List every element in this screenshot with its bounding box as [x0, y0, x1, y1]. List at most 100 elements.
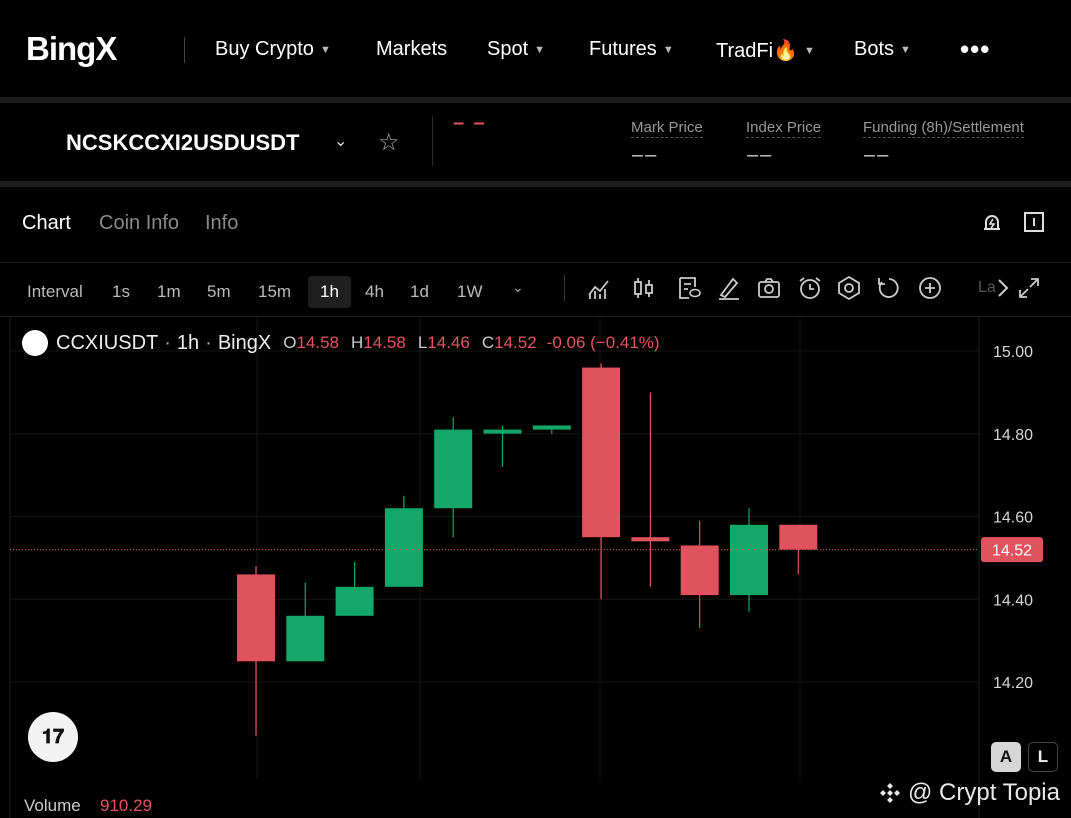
- candle: [483, 425, 522, 467]
- candle: [532, 425, 571, 434]
- chevron-down-icon: ▼: [534, 43, 546, 56]
- interval-1m[interactable]: 1m: [149, 276, 189, 308]
- expand-panel-icon[interactable]: [1023, 211, 1045, 233]
- bingx-logo[interactable]: BingX: [26, 30, 117, 68]
- candle-body: [434, 429, 473, 509]
- tab-divider: [0, 262, 1071, 263]
- screenshot-icon[interactable]: [756, 275, 782, 301]
- legend-close-label: C: [481, 333, 495, 352]
- symbol-selector[interactable]: NCSKCCXI2USDUSDT: [66, 130, 299, 156]
- log-scale-button[interactable]: L: [1028, 742, 1058, 772]
- price-tick-label: 14.80: [993, 427, 1033, 444]
- interval-5m[interactable]: 5m: [199, 276, 239, 308]
- add-icon[interactable]: [917, 275, 943, 301]
- chevron-down-icon: ▼: [319, 43, 331, 56]
- logo-divider: [184, 37, 185, 63]
- candle: [384, 495, 423, 587]
- tab-chart[interactable]: Chart: [22, 212, 71, 235]
- price-tick-label: 14.20: [993, 675, 1033, 692]
- coin-logo-icon: [22, 330, 48, 356]
- funding-rate-label[interactable]: Funding (8h)/Settlement: [863, 119, 1024, 138]
- nav-bots[interactable]: Bots ▼: [854, 38, 911, 61]
- chevron-down-icon: ▼: [803, 44, 815, 57]
- nav-markets[interactable]: Markets: [376, 38, 447, 61]
- legend-open-label: O: [283, 333, 297, 352]
- nav-buy-crypto[interactable]: Buy Crypto ▼: [215, 38, 331, 61]
- mark-price-label[interactable]: Mark Price: [631, 119, 703, 138]
- price-tick-label: 15.00: [993, 344, 1033, 361]
- alarm-icon[interactable]: [797, 275, 823, 301]
- legend-symbol: CCXIUSDT: [56, 331, 159, 354]
- legend-high-value: 14.58: [363, 333, 406, 352]
- tab-coin-info[interactable]: Coin Info: [99, 212, 179, 235]
- candle: [286, 582, 325, 662]
- legend-separator: ·: [205, 331, 212, 354]
- candlestick-chart[interactable]: 15.00 14.80 14.60 14.40 14.20 14.52: [0, 317, 1071, 818]
- interval-1d[interactable]: 1d: [402, 276, 437, 308]
- candle-body: [730, 524, 768, 596]
- favorite-star-icon[interactable]: ☆: [378, 128, 400, 157]
- interval-1w[interactable]: 1W: [449, 276, 491, 308]
- tradingview-logo-icon[interactable]: 𝟏𝟕: [28, 712, 78, 762]
- candle-body: [237, 574, 275, 662]
- chart-legend: CCXIUSDT · 1h · BingX O 14.58 H 14.58 L 14.…: [22, 330, 660, 356]
- legend-interval: 1h: [176, 331, 200, 354]
- candle-body: [582, 367, 621, 538]
- replay-icon[interactable]: [876, 275, 902, 301]
- watermark: @ Crypt Topia: [878, 779, 1060, 807]
- legend-close-value: 14.52: [494, 333, 537, 352]
- template-icon[interactable]: [676, 275, 702, 301]
- candle: [582, 363, 621, 600]
- fullscreen-icon[interactable]: [1017, 276, 1041, 300]
- price-alert-icon[interactable]: [980, 210, 1004, 234]
- interval-1h[interactable]: 1h: [308, 276, 351, 308]
- candle-body: [532, 425, 571, 430]
- nav-bots-label: Bots: [854, 38, 895, 60]
- settings-icon[interactable]: [836, 275, 862, 301]
- mark-price-value: ––: [632, 144, 659, 166]
- last-price: – –: [453, 112, 487, 134]
- tab-info[interactable]: Info: [205, 212, 238, 235]
- more-menu-icon[interactable]: •••: [960, 34, 990, 65]
- candle-body: [483, 429, 522, 434]
- index-price-value: ––: [747, 144, 774, 166]
- legend-high-label: H: [350, 333, 364, 352]
- nav-tradfi[interactable]: TradFi🔥 ▼: [716, 38, 815, 63]
- interval-15m[interactable]: 15m: [250, 276, 299, 308]
- candle: [680, 520, 719, 629]
- volume-label: Volume: [24, 796, 81, 815]
- price-axis[interactable]: 15.00 14.80 14.60 14.40 14.20: [993, 344, 1033, 692]
- legend-open-value: 14.58: [296, 333, 339, 352]
- volume-value: 910.29: [100, 796, 152, 815]
- indicators-icon[interactable]: [586, 275, 612, 301]
- nav-buy-crypto-label: Buy Crypto: [215, 38, 314, 60]
- index-price-label[interactable]: Index Price: [746, 119, 822, 138]
- nav-spot[interactable]: Spot ▼: [487, 38, 545, 61]
- chevron-down-icon[interactable]: ⌄: [512, 279, 524, 296]
- candle-body: [384, 508, 423, 587]
- legend-exchange: BingX: [217, 331, 272, 354]
- chart-grid: [10, 317, 979, 779]
- candle: [434, 417, 473, 538]
- auto-scale-button[interactable]: A: [991, 742, 1021, 772]
- legend-change: -0.06 (−0.41%): [546, 333, 660, 352]
- chevron-down-icon[interactable]: ⌄: [334, 131, 347, 151]
- funding-rate-value: ––: [864, 144, 891, 166]
- candle-body: [335, 586, 374, 616]
- interval-1s[interactable]: 1s: [104, 276, 138, 308]
- price-tick-label: 14.40: [993, 592, 1033, 609]
- nav-futures[interactable]: Futures ▼: [589, 38, 674, 61]
- chevron-right-icon[interactable]: [994, 276, 1012, 300]
- interval-4h[interactable]: 4h: [357, 276, 392, 308]
- watermark-text: @ Crypt Topia: [908, 779, 1060, 806]
- legend-low-label: L: [417, 333, 428, 352]
- candle: [237, 566, 275, 736]
- candle-type-icon[interactable]: [631, 275, 657, 301]
- candle-body: [680, 545, 719, 596]
- ticker-divider: [432, 116, 433, 166]
- candle-body: [286, 615, 325, 662]
- candle: [631, 392, 670, 587]
- nav-futures-label: Futures: [589, 38, 657, 60]
- draw-icon[interactable]: [716, 275, 742, 301]
- chevron-down-icon: ▼: [662, 43, 674, 56]
